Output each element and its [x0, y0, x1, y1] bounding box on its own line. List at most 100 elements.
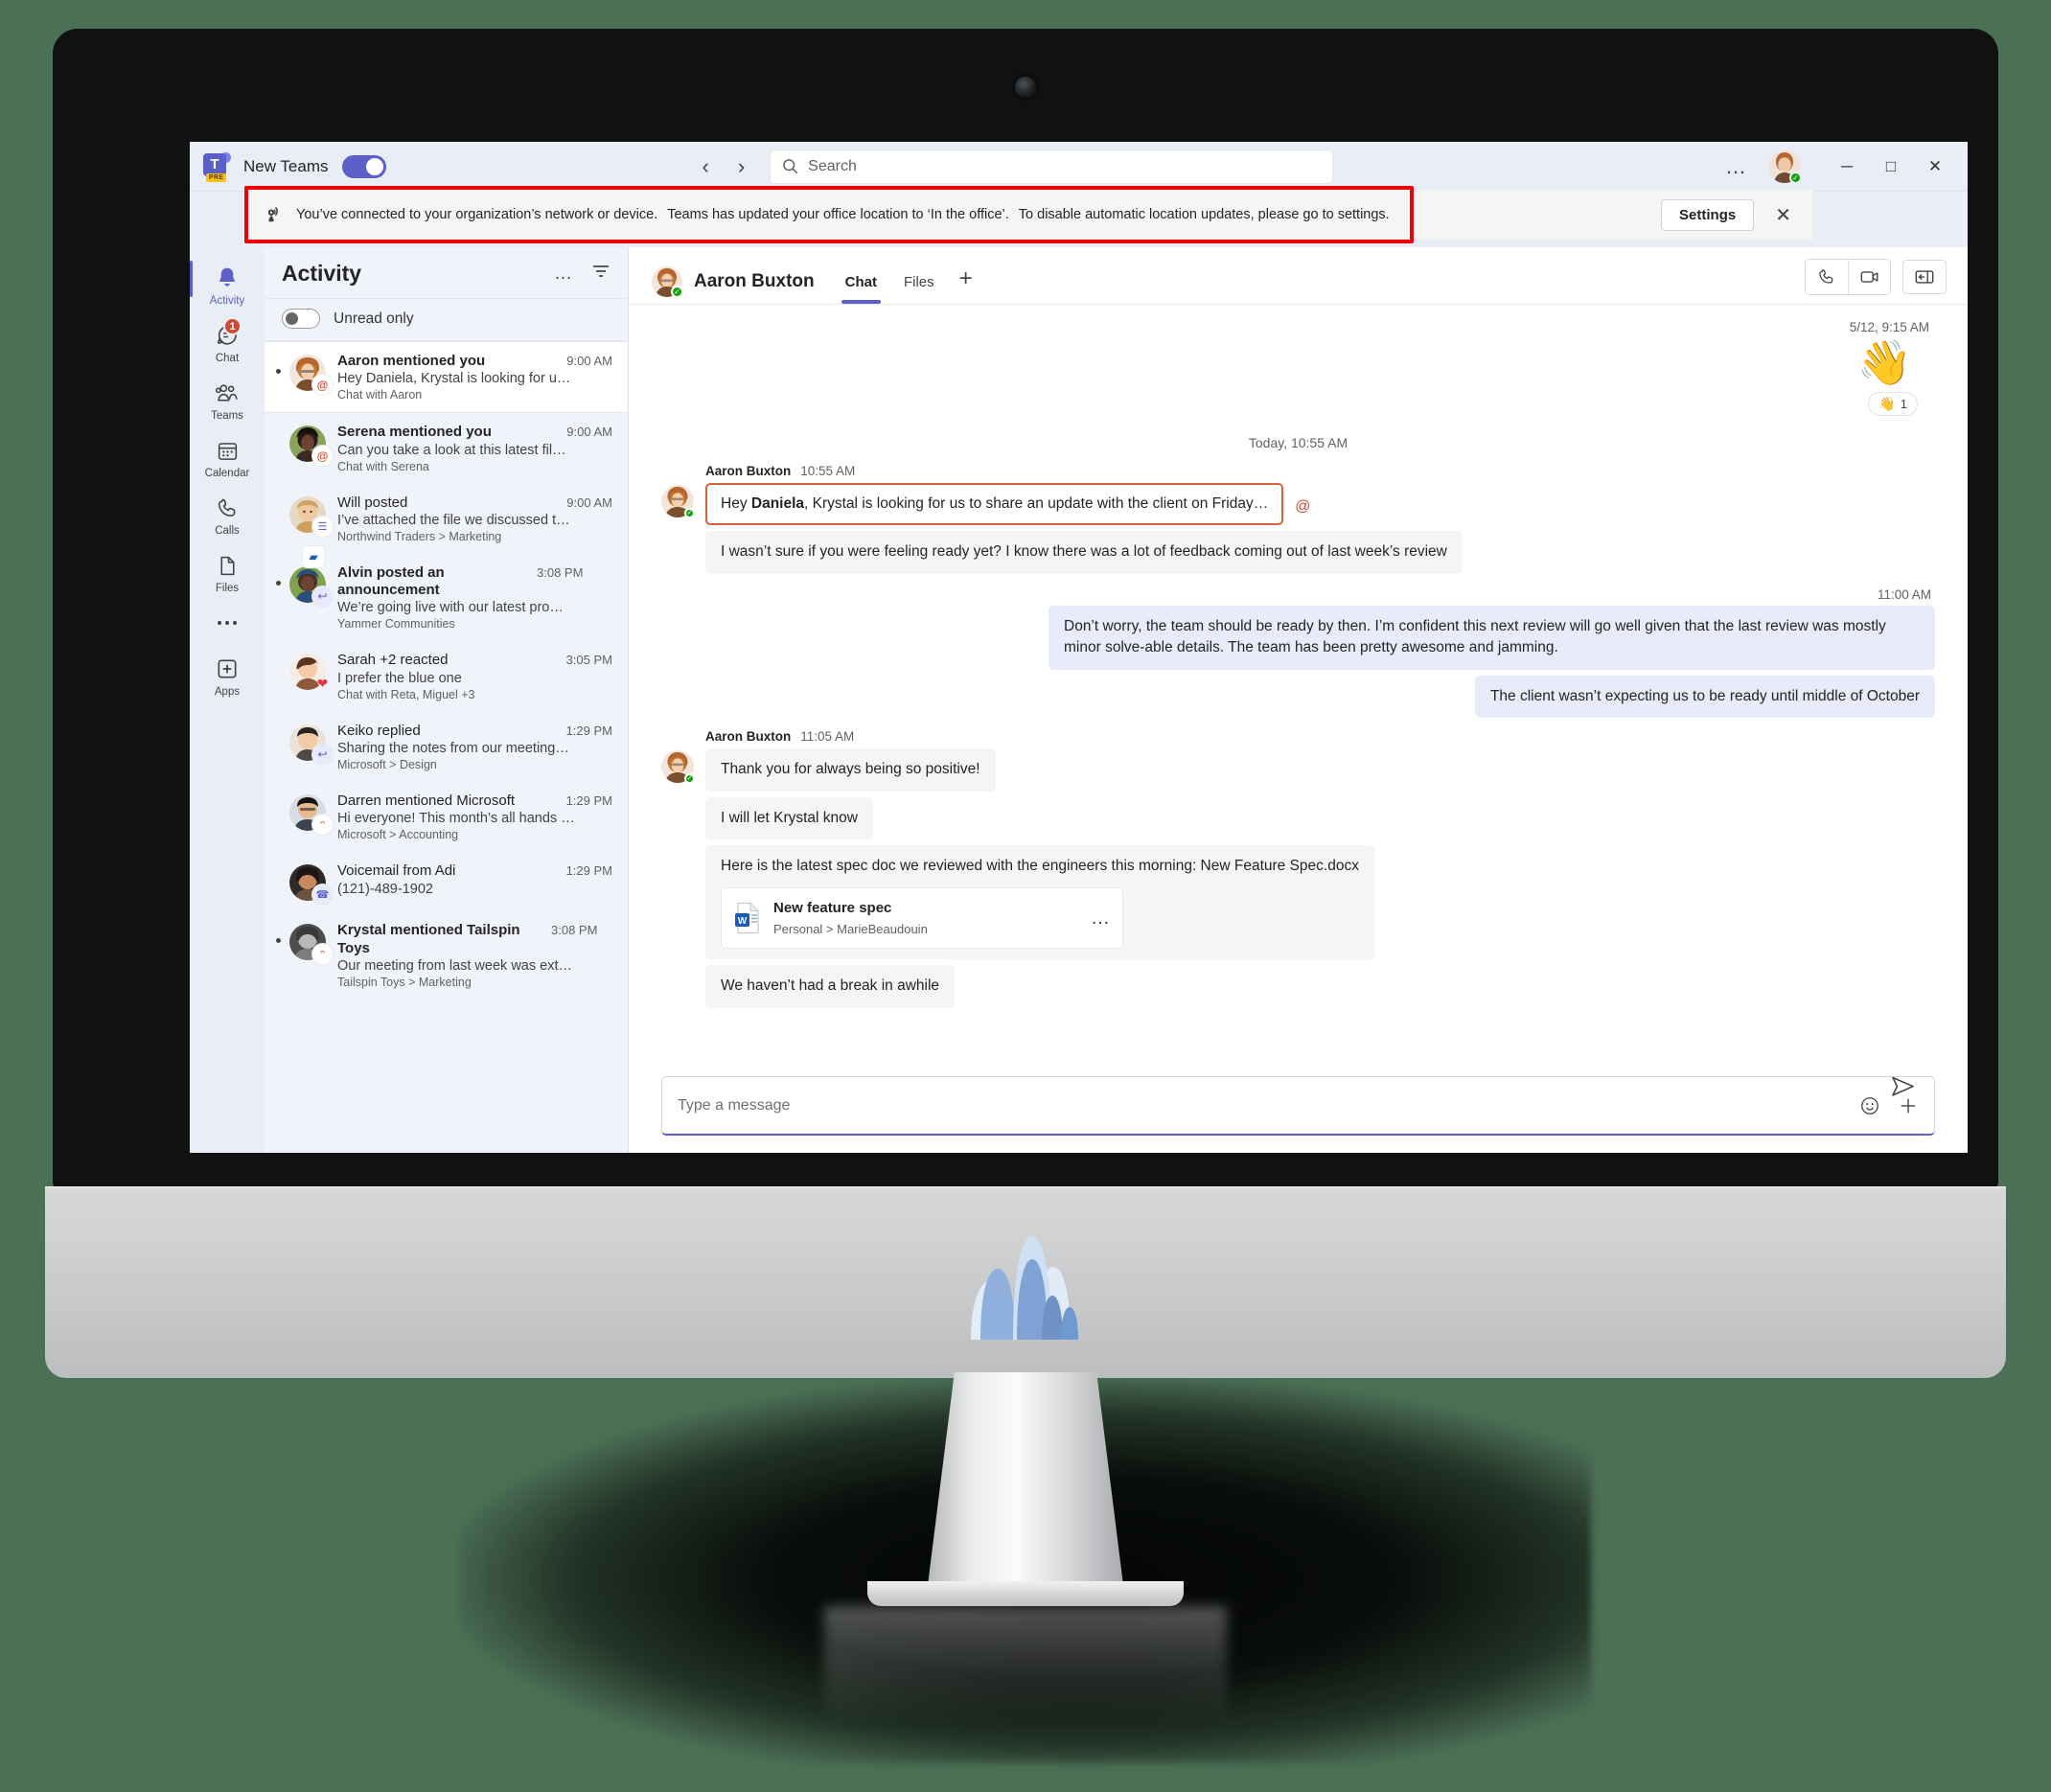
mention-badge: @ [312, 446, 333, 467]
message-text: , Krystal is looking for us to share an … [804, 495, 1269, 512]
titlebar-right: … ✓ ─ □ ✕ [1725, 149, 1954, 184]
message-bubble[interactable]: I wasn’t sure if you were feeling ready … [705, 531, 1463, 574]
location-broadcast-icon [264, 205, 283, 224]
monitor-chin [45, 1186, 2006, 1378]
list-item-title: Serena mentioned you [337, 424, 492, 441]
list-item-preview: (121)-489-1902 [337, 881, 433, 897]
yammer-icon: ▰ [303, 545, 324, 567]
message-bubble[interactable]: Hey Daniela, Krystal is looking for us t… [705, 483, 1284, 526]
list-item[interactable]: ↩ Keiko replied 1:29 PM Sharing the note… [265, 712, 628, 782]
sidebar-item-chat[interactable]: 1 Chat [193, 312, 262, 370]
message-bubble[interactable]: I will let Krystal know [705, 796, 873, 840]
add-tab-button[interactable]: + [950, 265, 982, 304]
back-button[interactable]: ‹ [703, 154, 709, 179]
chat-icon: 1 [215, 317, 242, 350]
sidebar-item-calendar[interactable]: Calendar [193, 427, 262, 485]
sidebar-item-activity[interactable]: Activity [190, 255, 262, 312]
file-more-button[interactable]: … [1091, 905, 1111, 932]
list-item[interactable]: @ Aaron mentioned you 9:00 AM Hey Daniel… [265, 341, 628, 414]
message-bubble[interactable]: Don’t worry, the team should be ready by… [1049, 605, 1935, 670]
list-item-title: Darren mentioned Microsoft [337, 793, 516, 810]
activity-more-button[interactable]: … [554, 264, 572, 285]
list-item-preview: Hi everyone! This month’s all hands … [337, 811, 575, 827]
list-item-time: 1:29 PM [565, 863, 612, 879]
list-item-context: Microsoft > Design [337, 758, 437, 772]
unread-only-row: Unread only [265, 298, 628, 341]
sidebar-item-more[interactable] [193, 600, 262, 646]
list-item-time: 3:05 PM [565, 653, 612, 668]
avatar: ☰ [289, 495, 333, 537]
word-icon: W [733, 902, 762, 934]
banner-close-icon[interactable]: ✕ [1769, 203, 1797, 227]
phone-icon [216, 494, 240, 522]
filter-icon[interactable] [591, 264, 611, 285]
heart-badge: ❤ [316, 676, 329, 692]
avatar: ✓ [661, 485, 695, 518]
chat-actions [1805, 258, 1947, 305]
chat-tabs: Chat Files + [834, 260, 982, 304]
list-item[interactable]: ❤ Sarah +2 reacted 3:05 PM I prefer the … [265, 641, 628, 711]
sidebar-item-teams[interactable]: Teams [193, 370, 262, 427]
banner-actions: Settings ✕ [1661, 198, 1797, 231]
open-panel-icon[interactable] [1902, 259, 1947, 294]
reaction-count: 1 [1900, 397, 1907, 411]
presence-indicator: ✓ [684, 508, 695, 518]
bell-icon [215, 264, 240, 292]
team-badge: ᵔ [312, 944, 333, 965]
file-attachment-card[interactable]: W New feature spec Personal > MarieBeaud… [721, 886, 1123, 950]
tab-chat[interactable]: Chat [834, 274, 888, 304]
reaction-pill[interactable]: 👋 1 [1868, 392, 1918, 416]
message-bubble-with-file[interactable]: Here is the latest spec doc we reviewed … [705, 845, 1374, 960]
message-group: ✓ Aaron Buxton 10:55 AM Hey Daniela, Krys… [661, 464, 1935, 580]
chat-pane: ✓ Aaron Buxton Chat Files + 5/12, 9:15 A… [629, 247, 1968, 1153]
titlebar-more-button[interactable]: … [1725, 154, 1747, 179]
message-bubble[interactable]: We haven’t had a break in awhile [705, 965, 956, 1008]
list-item[interactable]: @ Serena mentioned you 9:00 AM Can you t… [265, 413, 628, 483]
maximize-button[interactable]: □ [1872, 151, 1910, 182]
list-item[interactable]: ☎ Voicemail from Adi 1:29 PM (121)-489-1… [265, 852, 628, 911]
new-teams-toggle[interactable] [341, 154, 386, 178]
wave-sticker: 👋 [1856, 337, 1912, 387]
message-bubble[interactable]: Thank you for always being so positive! [705, 748, 996, 792]
banner-settings-button[interactable]: Settings [1661, 198, 1755, 231]
message-list[interactable]: 5/12, 9:15 AM 👋 👋 1 Today, 10:55 AM ✓ Aa… [629, 305, 1968, 1063]
list-item[interactable]: ᵔ Darren mentioned Microsoft 1:29 PM Hi … [265, 782, 628, 852]
close-button[interactable]: ✕ [1916, 151, 1954, 182]
forward-button[interactable]: › [738, 154, 745, 179]
emoji-icon[interactable] [1859, 1095, 1880, 1116]
user-avatar[interactable]: ✓ [1768, 149, 1802, 184]
sidebar-item-label: Teams [211, 410, 243, 422]
activity-list[interactable]: @ Aaron mentioned you 9:00 AM Hey Daniel… [265, 341, 628, 1153]
send-button[interactable] [1889, 1074, 1918, 1104]
banner-text: You’ve connected to your organization’s … [296, 207, 1390, 222]
list-item-time: 3:08 PM [537, 564, 584, 580]
list-item[interactable]: ᵔ Krystal mentioned Tailspin Toys 3:08 P… [265, 911, 628, 999]
message-group: ✓ Aaron Buxton 11:05 AM Thank you for alw… [661, 729, 1935, 1013]
activity-header: Activity … [265, 247, 628, 298]
tab-files[interactable]: Files [892, 274, 946, 304]
audio-call-icon[interactable] [1806, 259, 1848, 294]
sidebar-item-files[interactable]: Files [193, 542, 262, 600]
mention-icon: @ [1295, 498, 1311, 516]
message-input[interactable]: Type a message [661, 1076, 1935, 1136]
window-titlebar: T PRE New Teams ‹ › Search … ✓ ─ □ ✕ [190, 142, 1968, 192]
banner-text-2: Teams has updated your office location t… [667, 207, 1009, 222]
webcam [1015, 77, 1036, 98]
monitor-stand-foot [867, 1581, 1184, 1606]
list-item-preview: I’ve attached the file we discussed t… [337, 512, 570, 528]
list-item[interactable]: ☰ Will posted 9:00 AM I’ve attached the … [265, 484, 628, 554]
avatar: ↩ [289, 565, 333, 607]
list-item-title: Sarah +2 reacted [337, 652, 449, 669]
unread-only-toggle[interactable] [282, 309, 320, 329]
sidebar-item-apps[interactable]: Apps [193, 646, 262, 703]
sidebar-item-calls[interactable]: Calls [193, 485, 262, 542]
search-input[interactable]: Search [770, 149, 1334, 184]
minimize-button[interactable]: ─ [1828, 151, 1866, 182]
search-placeholder-text: Search [808, 157, 857, 174]
list-item-time: 9:00 AM [566, 354, 612, 368]
video-call-icon[interactable] [1848, 259, 1890, 294]
list-item[interactable]: ▰ ↩ Alvin posted an announcement 3:08 PM [265, 545, 628, 642]
teams-logo-icon: T PRE [203, 151, 232, 182]
list-item-preview: Hey Daniela, Krystal is looking for u… [337, 371, 571, 387]
message-bubble[interactable]: The client wasn’t expecting us to be rea… [1474, 675, 1935, 719]
